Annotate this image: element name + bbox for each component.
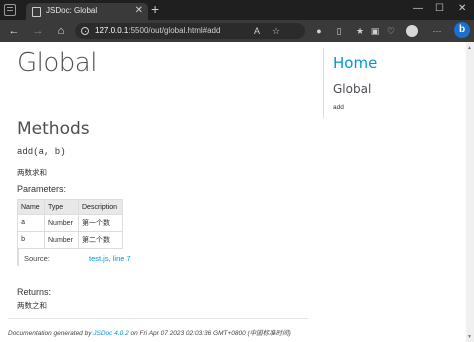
close-window-button[interactable]: ✕ [458,2,466,16]
more-menu-icon[interactable]: ··· [429,23,445,39]
back-icon[interactable]: ← [6,23,22,39]
collections-icon[interactable]: ▣ [367,23,383,39]
browser-toolbar: ← → ⌂ 127.0.0.1:5500/out/global.html#add… [0,20,474,42]
copilot-icon[interactable]: b [454,22,470,38]
nav-home-link[interactable]: Home [333,54,377,72]
footer: Documentation generated by JSDoc 4.0.2 o… [8,330,291,337]
scroll-up-arrow-icon[interactable]: ▲ [467,45,472,51]
page-title: Global [17,48,97,78]
nav-item-add[interactable]: add [333,104,344,111]
forward-icon[interactable]: → [30,23,46,39]
browser-tab[interactable]: JSDoc: Global ✕ [26,3,148,20]
page-scrollbar[interactable] [466,42,474,342]
new-tab-button[interactable]: + [151,1,159,17]
column-header: Description [78,199,123,215]
table-row: b Number 第二个数 [17,231,123,249]
table-header-row: Name Type Description [17,199,123,215]
param-description: 第一个数 [78,214,123,232]
param-type: Number [44,231,79,249]
url-text: 127.0.0.1:5500/out/global.html#add [95,26,221,35]
column-header: Type [44,199,79,215]
tab-strip: JSDoc: Global ✕ + — ☐ ✕ [0,0,474,20]
scroll-down-arrow-icon[interactable]: ▼ [467,334,472,340]
extension-icon[interactable]: ● [311,23,327,39]
method-description: 两数求和 [17,168,47,177]
source-label: Source: [24,254,50,263]
home-icon[interactable]: ⌂ [53,23,69,39]
minimize-button[interactable]: — [413,2,423,16]
tab-title: JSDoc: Global [46,6,98,15]
param-type: Number [44,214,79,232]
param-name: b [17,231,45,249]
source-details: Source: test.js, line 7 [17,248,147,266]
returns-heading: Returns: [17,287,52,297]
browser-essentials-icon[interactable]: ♡ [383,23,399,39]
page-icon [32,7,41,17]
footer-divider [8,318,308,319]
split-screen-icon[interactable]: ▯ [331,23,347,39]
jsdoc-link[interactable]: JSDoc 4.0.2 [93,330,128,337]
column-header: Name [17,199,45,215]
close-tab-icon[interactable]: ✕ [135,4,143,18]
favorites-icon[interactable]: ★ [352,23,368,39]
param-description: 第二个数 [78,231,123,249]
param-name: a [17,214,45,232]
table-row: a Number 第一个数 [17,214,123,232]
nav-heading: Global [333,82,372,96]
method-signature: add(a, b) [17,147,66,157]
maximize-button[interactable]: ☐ [435,2,444,16]
tab-actions-icon[interactable] [4,4,16,16]
returns-description: 两数之和 [17,301,47,310]
sidebar-nav: Home Global add [323,48,466,118]
parameters-table: Name Type Description a Number 第一个数 b Nu… [17,199,123,249]
parameters-heading: Parameters: [17,184,67,194]
profile-avatar[interactable] [406,25,418,37]
section-heading: Methods [17,119,90,139]
site-info-icon[interactable] [81,27,89,35]
source-link[interactable]: test.js, line 7 [89,254,131,263]
page-content: Global Home Global add Methods add(a, b)… [0,42,466,342]
read-aloud-icon[interactable]: A [249,23,265,39]
favorite-star-icon[interactable]: ☆ [268,23,284,39]
